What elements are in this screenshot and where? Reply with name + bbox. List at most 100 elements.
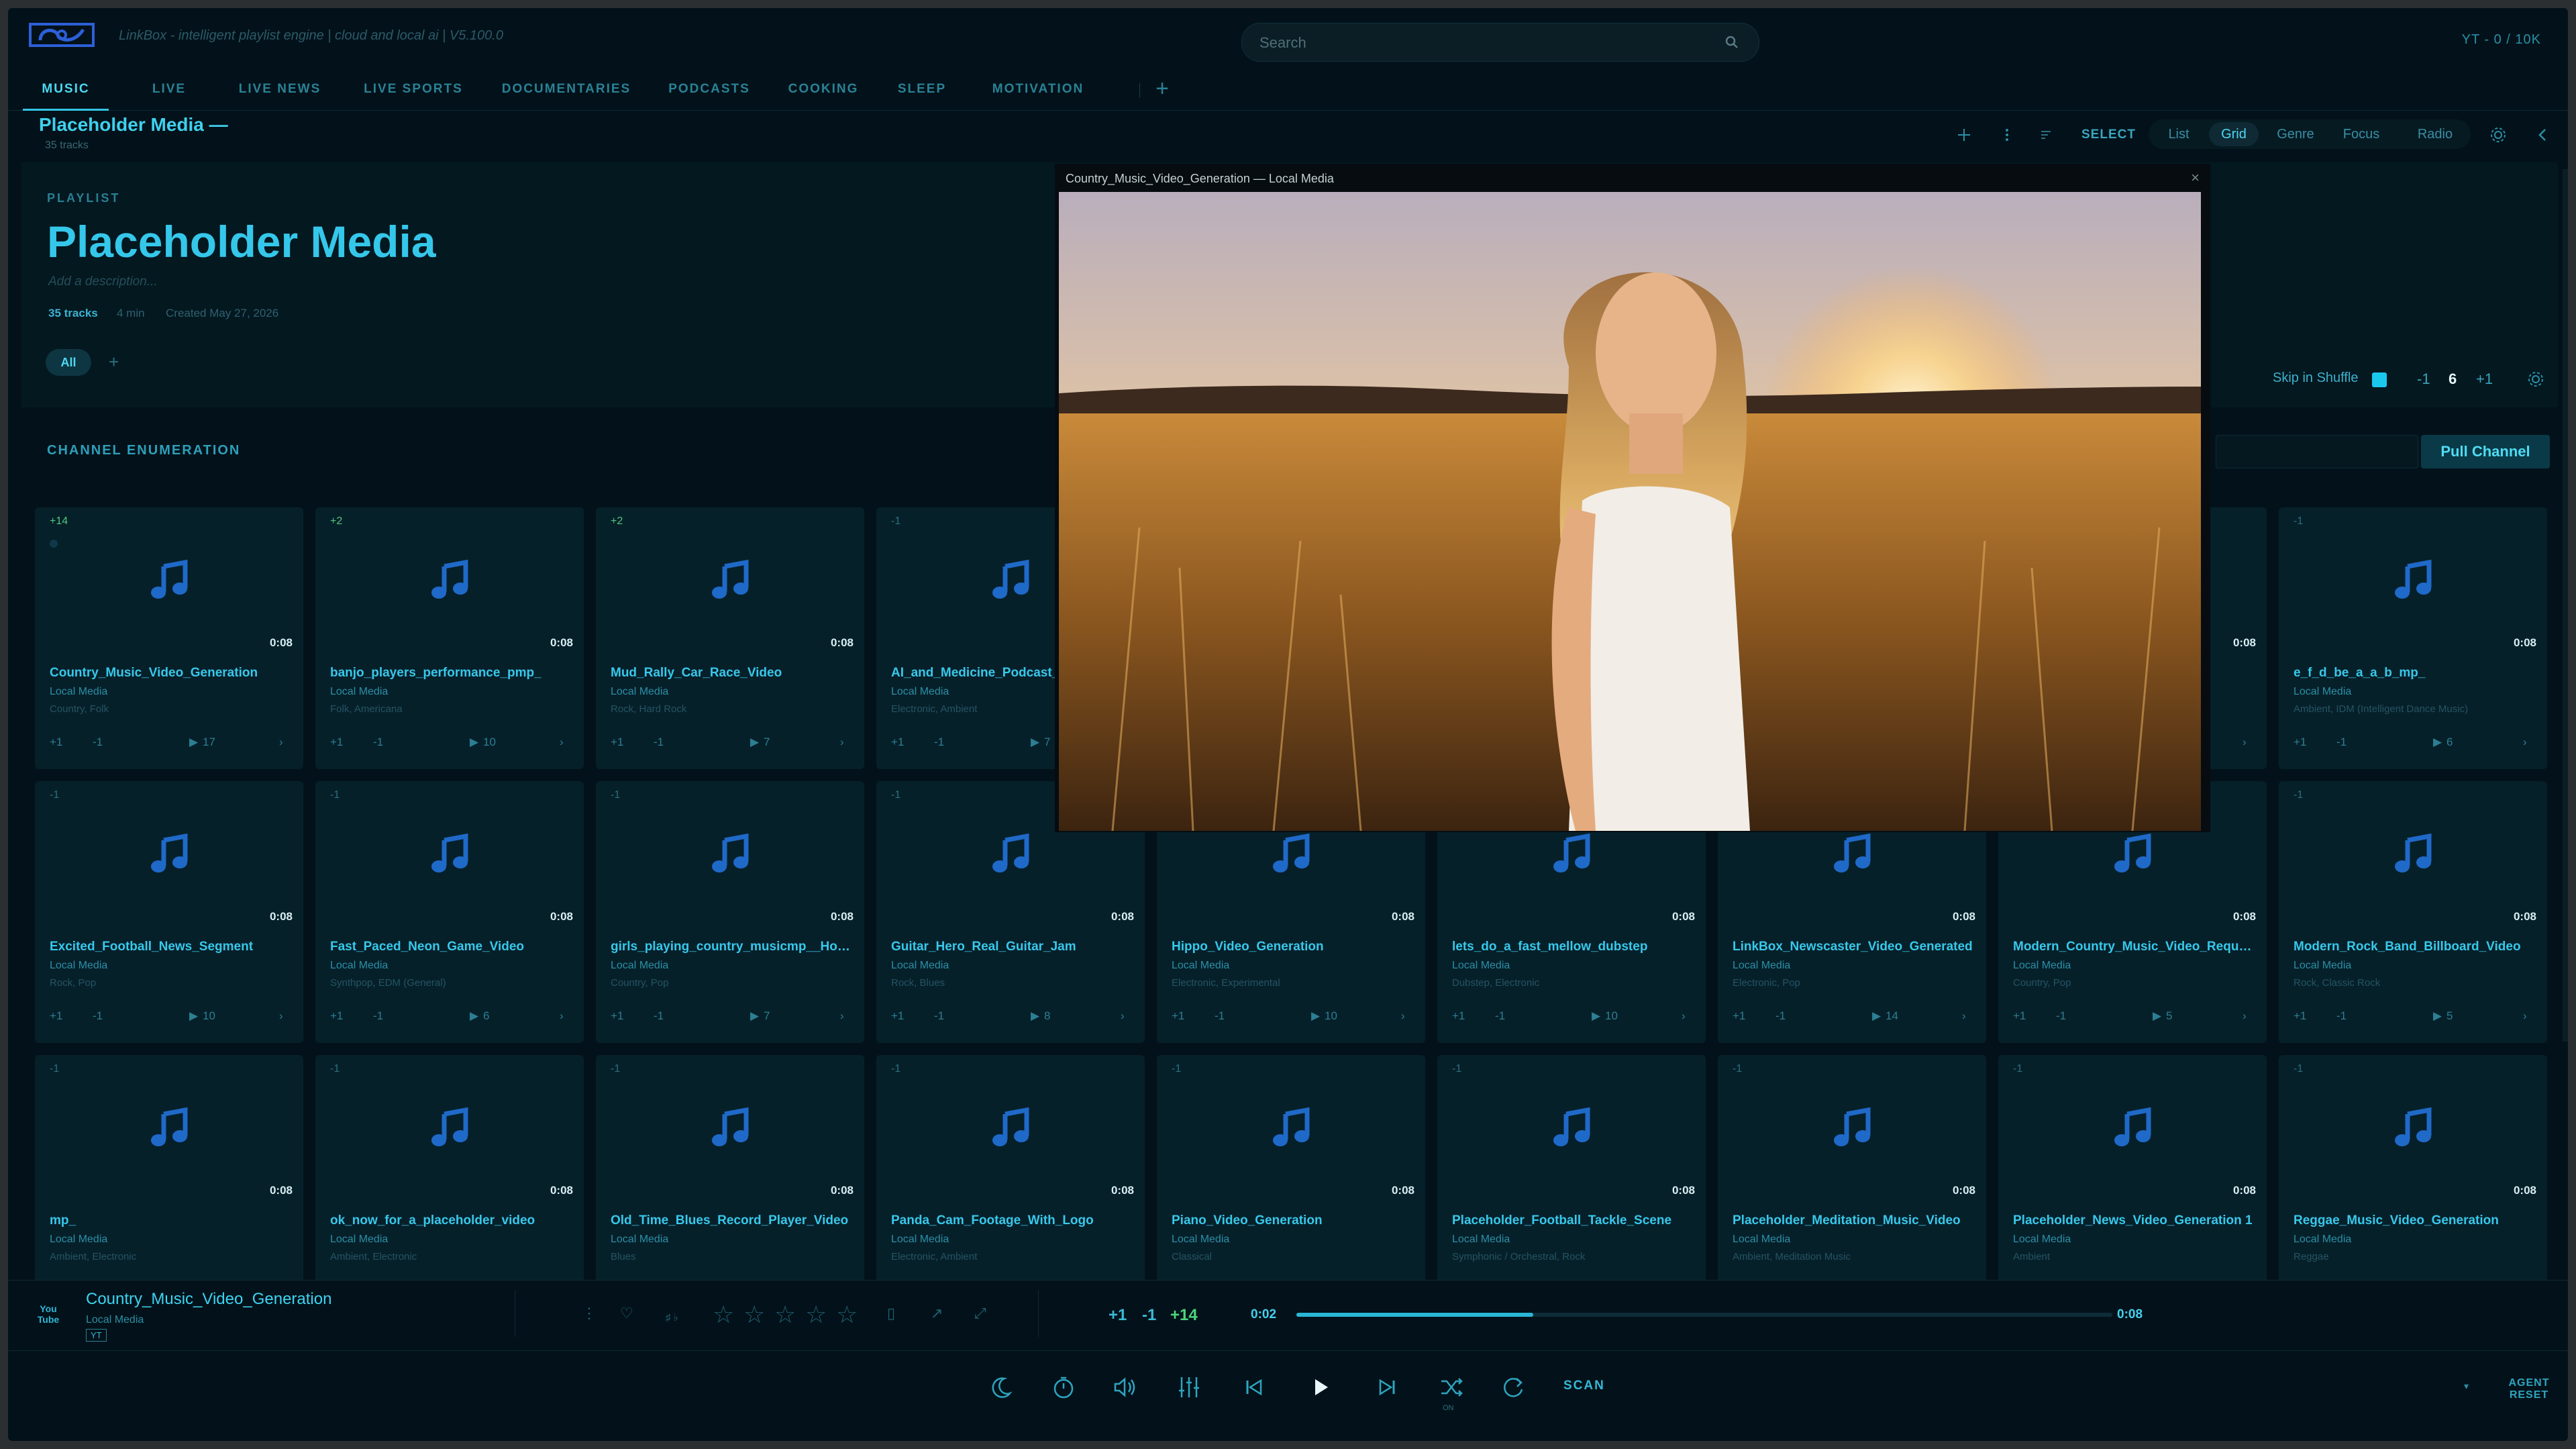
tab-live-sports[interactable]: LIVE SPORTS xyxy=(353,70,474,109)
track-title[interactable]: lets_do_a_fast_mellow_dubstep xyxy=(1452,940,1694,954)
search-icon[interactable] xyxy=(1725,36,1739,49)
previous-track-icon[interactable] xyxy=(1237,1370,1271,1404)
track-card[interactable]: -1 0:08 Modern_Rock_Band_Billboard_Video Lo… xyxy=(2279,781,2547,1043)
track-title[interactable]: Fast_Paced_Neon_Game_Video xyxy=(330,940,572,954)
scan-button[interactable]: SCAN xyxy=(1563,1379,1605,1393)
playlist-title[interactable]: Placeholder Media xyxy=(47,216,436,267)
chevron-right-icon[interactable]: › xyxy=(2523,736,2527,749)
upvote-button[interactable]: +1 xyxy=(50,1009,62,1023)
chevron-right-icon[interactable]: › xyxy=(2243,1009,2247,1023)
downvote-button[interactable]: -1 xyxy=(1495,1009,1505,1023)
track-title[interactable]: e_f_d_be_a_a_b_mp_ xyxy=(2294,666,2535,681)
heart-icon[interactable]: ♡ xyxy=(620,1305,633,1322)
play-icon[interactable] xyxy=(1303,1370,1337,1404)
downvote-button[interactable]: -1 xyxy=(654,1009,664,1023)
chevron-down-icon[interactable]: ▾ xyxy=(2464,1381,2469,1392)
view-genre-button[interactable]: Genre xyxy=(2267,122,2324,146)
track-title[interactable]: girls_playing_country_musicmp__How... xyxy=(611,940,852,954)
volume-icon[interactable] xyxy=(1109,1370,1142,1404)
skip-in-shuffle-checkbox[interactable] xyxy=(2372,372,2387,387)
next-track-icon[interactable] xyxy=(1370,1370,1404,1404)
tab-podcasts[interactable]: PODCASTS xyxy=(659,70,760,109)
track-title[interactable]: Placeholder_News_Video_Generation 1 xyxy=(2013,1213,2255,1228)
close-icon[interactable]: × xyxy=(2191,169,2200,187)
track-title[interactable]: Mud_Rally_Car_Race_Video xyxy=(611,666,852,681)
now-playing-title[interactable]: Country_Music_Video_Generation xyxy=(86,1290,331,1309)
upvote-button[interactable]: +1 xyxy=(611,1009,623,1023)
track-card[interactable]: -1 0:08 Placeholder_News_Video_Generation … xyxy=(1998,1055,2267,1290)
chevron-right-icon[interactable]: › xyxy=(840,1009,844,1023)
upvote-button[interactable]: +1 xyxy=(1172,1009,1184,1023)
track-card[interactable]: -1 0:08 Reggae_Music_Video_Generation Local… xyxy=(2279,1055,2547,1290)
track-card[interactable]: +14 0:08 Country_Music_Video_Generation Loc… xyxy=(35,507,303,769)
track-title[interactable]: Guitar_Hero_Real_Guitar_Jam xyxy=(891,940,1133,954)
upvote-button[interactable]: +1 xyxy=(891,1009,904,1023)
tab-cooking[interactable]: COOKING xyxy=(780,70,867,109)
upvote-button[interactable]: +1 xyxy=(330,1009,343,1023)
filter-chip-all[interactable]: All xyxy=(46,349,91,376)
tab-documentaries[interactable]: DOCUMENTARIES xyxy=(493,70,640,109)
chevron-right-icon[interactable]: › xyxy=(840,736,844,749)
downvote-button[interactable]: -1 xyxy=(654,736,664,749)
playlist-description[interactable]: Add a description... xyxy=(48,274,158,289)
track-title[interactable]: Modern_Rock_Band_Billboard_Video xyxy=(2294,940,2535,954)
shuffle-increment-button[interactable]: +1 xyxy=(2476,370,2493,388)
tab-live[interactable]: LIVE xyxy=(136,70,203,109)
downvote-button[interactable]: -1 xyxy=(2056,1009,2066,1023)
progress-bar[interactable] xyxy=(1296,1313,2112,1317)
chevron-right-icon[interactable]: › xyxy=(1962,1009,1966,1023)
chevron-right-icon[interactable]: › xyxy=(560,1009,564,1023)
downvote-button[interactable]: -1 xyxy=(1215,1009,1225,1023)
track-card[interactable]: +2 0:08 banjo_players_performance_pmp_ Loca… xyxy=(315,507,584,769)
chevron-right-icon[interactable]: › xyxy=(2243,736,2247,749)
track-card[interactable]: -1 0:08 Placeholder_Football_Tackle_Scene L… xyxy=(1437,1055,1706,1290)
track-card[interactable]: -10:08mp_Local MediaAmbient, Electronic+… xyxy=(35,1055,303,1290)
track-title[interactable]: Excited_Football_News_Segment xyxy=(50,940,291,954)
downvote-button[interactable]: -1 xyxy=(934,1009,944,1023)
track-card[interactable]: -1 0:08 Old_Time_Blues_Record_Player_Video… xyxy=(596,1055,864,1290)
equalizer-icon[interactable] xyxy=(1172,1370,1206,1404)
add-tab-button[interactable]: + xyxy=(1149,75,1176,102)
track-title[interactable]: mp_ xyxy=(50,1213,291,1228)
expand-icon[interactable]: ⤢ xyxy=(974,1305,986,1322)
trash-icon[interactable]: ▯ xyxy=(887,1305,895,1322)
track-title[interactable]: Modern_Country_Music_Video_Request xyxy=(2013,940,2255,954)
repeat-icon[interactable] xyxy=(1496,1370,1530,1404)
downvote-button[interactable]: -1 xyxy=(93,1009,103,1023)
track-card[interactable]: -1 0:08 e_f_d_be_a_a_b_mp_ Local Media Ambie… xyxy=(2279,507,2547,769)
view-grid-button[interactable]: Grid xyxy=(2209,122,2259,146)
track-title[interactable]: Old_Time_Blues_Record_Player_Video xyxy=(611,1213,852,1228)
track-card[interactable]: -1 0:08 ok_now_for_a_placeholder_video Loca… xyxy=(315,1055,584,1290)
track-title[interactable]: Panda_Cam_Footage_With_Logo xyxy=(891,1213,1133,1228)
upvote-button[interactable]: +1 xyxy=(50,736,62,749)
track-title[interactable]: Hippo_Video_Generation xyxy=(1172,940,1413,954)
track-title[interactable]: LinkBox_Newscaster_Video_Generated xyxy=(1733,940,1974,954)
track-card[interactable]: -1 0:08 Excited_Football_News_Segment Local… xyxy=(35,781,303,1043)
track-card[interactable]: -1 0:08 girls_playing_country_musicmp__How… xyxy=(596,781,864,1043)
search-bar[interactable] xyxy=(1241,23,1759,62)
tab-sleep[interactable]: SLEEP xyxy=(888,70,956,109)
downvote-button[interactable]: -1 xyxy=(1142,1306,1156,1325)
upvote-button[interactable]: +1 xyxy=(1452,1009,1465,1023)
downvote-button[interactable]: -1 xyxy=(2336,736,2347,749)
timer-icon[interactable] xyxy=(1047,1370,1080,1404)
track-title[interactable]: Country_Music_Video_Generation xyxy=(50,666,291,681)
more-vertical-icon[interactable]: ⋮ xyxy=(582,1305,597,1322)
track-title[interactable]: banjo_players_performance_pmp_ xyxy=(330,666,572,681)
upvote-button[interactable]: +1 xyxy=(2013,1009,2026,1023)
chevron-right-icon[interactable]: › xyxy=(1682,1009,1686,1023)
upvote-button[interactable]: +1 xyxy=(1733,1009,1745,1023)
upvote-button[interactable]: +1 xyxy=(330,736,343,749)
tab-live-news[interactable]: LIVE NEWS xyxy=(223,70,337,109)
rating-star-2-icon[interactable]: ☆ xyxy=(743,1301,765,1329)
chevron-right-icon[interactable]: › xyxy=(1401,1009,1405,1023)
track-card[interactable]: -1 0:08 Panda_Cam_Footage_With_Logo Local M… xyxy=(876,1055,1145,1290)
add-filter-button[interactable]: + xyxy=(109,352,119,372)
rating-star-4-icon[interactable]: ☆ xyxy=(805,1301,827,1329)
video-popup[interactable]: Country_Music_Video_Generation — Local M… xyxy=(1055,164,2210,832)
sort-icon[interactable] xyxy=(2036,125,2056,145)
downvote-button[interactable]: -1 xyxy=(934,736,944,749)
rating-star-1-icon[interactable]: ☆ xyxy=(713,1301,734,1329)
track-title[interactable]: Placeholder_Football_Tackle_Scene xyxy=(1452,1213,1694,1228)
external-link-icon[interactable]: ↗ xyxy=(931,1305,943,1322)
